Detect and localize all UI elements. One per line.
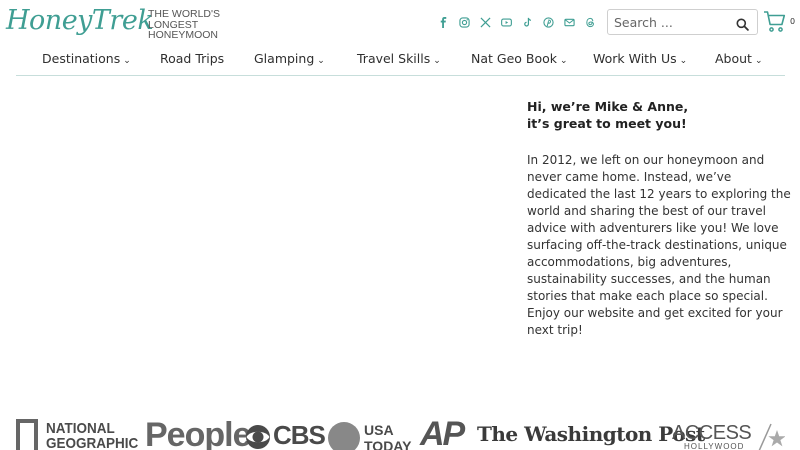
cbs-logo: CBS [273, 420, 326, 450]
facebook-icon[interactable] [435, 14, 451, 30]
x-icon[interactable] [477, 14, 493, 30]
email-icon[interactable] [561, 14, 577, 30]
natgeo-frame-icon [16, 419, 38, 450]
tiktok-icon[interactable] [519, 14, 535, 30]
intro-bio: In 2012, we left on our honeymoon and ne… [527, 153, 791, 337]
press-logos: NATIONAL GEOGRAPHIC People CBS USA TODAY… [16, 416, 786, 450]
chevron-down-icon: ⌄ [317, 56, 325, 66]
intro-greeting: Hi, we’re Mike & Anne, it’s great to mee… [527, 99, 689, 131]
nav-item-nat-geo-book[interactable]: Nat Geo Book ⌄ [471, 51, 568, 66]
nav-item-travel-skills[interactable]: Travel Skills ⌄ [357, 51, 441, 66]
access-hollywood-subtitle: HOLLYWOOD [684, 442, 745, 450]
chevron-down-icon: ⌄ [433, 56, 441, 66]
nav-item-road-trips[interactable]: Road Trips [160, 51, 224, 66]
people-logo: People [145, 416, 251, 450]
instagram-icon[interactable] [456, 14, 472, 30]
cbs-eye-icon [245, 424, 271, 450]
washington-post-logo: The Washington Post [477, 422, 705, 446]
usa-today-logo: USA TODAY [364, 422, 412, 450]
logo-script: HoneyTrek [6, 5, 154, 36]
main-nav: Destinations ⌄ Road Trips Glamping ⌄ Trave… [16, 47, 785, 76]
usa-today-dot-icon [328, 422, 360, 450]
nav-item-destinations[interactable]: Destinations ⌄ [42, 51, 131, 66]
intro-section: Hi, we’re Mike & Anne, it’s great to mee… [527, 98, 792, 339]
cart-count: 0 [790, 17, 796, 26]
chevron-down-icon: ⌄ [560, 56, 568, 66]
site-logo[interactable]: HoneyTrek THE WORLD'S LONGEST HONEYMOON [6, 3, 221, 43]
social-links [435, 14, 598, 30]
nav-item-work-with-us[interactable]: Work With Us ⌄ [593, 51, 687, 66]
chevron-down-icon: ⌄ [754, 56, 763, 66]
chevron-down-icon: ⌄ [679, 56, 688, 66]
star-icon [751, 422, 786, 450]
pinterest-icon[interactable] [540, 14, 556, 30]
search-icon[interactable] [736, 16, 749, 31]
nav-item-glamping[interactable]: Glamping ⌄ [254, 51, 325, 66]
ap-logo: AP [420, 415, 465, 450]
search-box [607, 9, 758, 35]
nav-item-about[interactable]: About ⌄ [715, 51, 763, 66]
cart-icon[interactable] [763, 10, 787, 34]
search-input[interactable] [614, 13, 732, 31]
logo-tagline: THE WORLD'S LONGEST HONEYMOON [148, 8, 221, 41]
threads-icon[interactable] [582, 14, 598, 30]
access-hollywood-logo: ACCESS [672, 422, 752, 444]
chevron-down-icon: ⌄ [123, 56, 131, 66]
youtube-icon[interactable] [498, 14, 514, 30]
